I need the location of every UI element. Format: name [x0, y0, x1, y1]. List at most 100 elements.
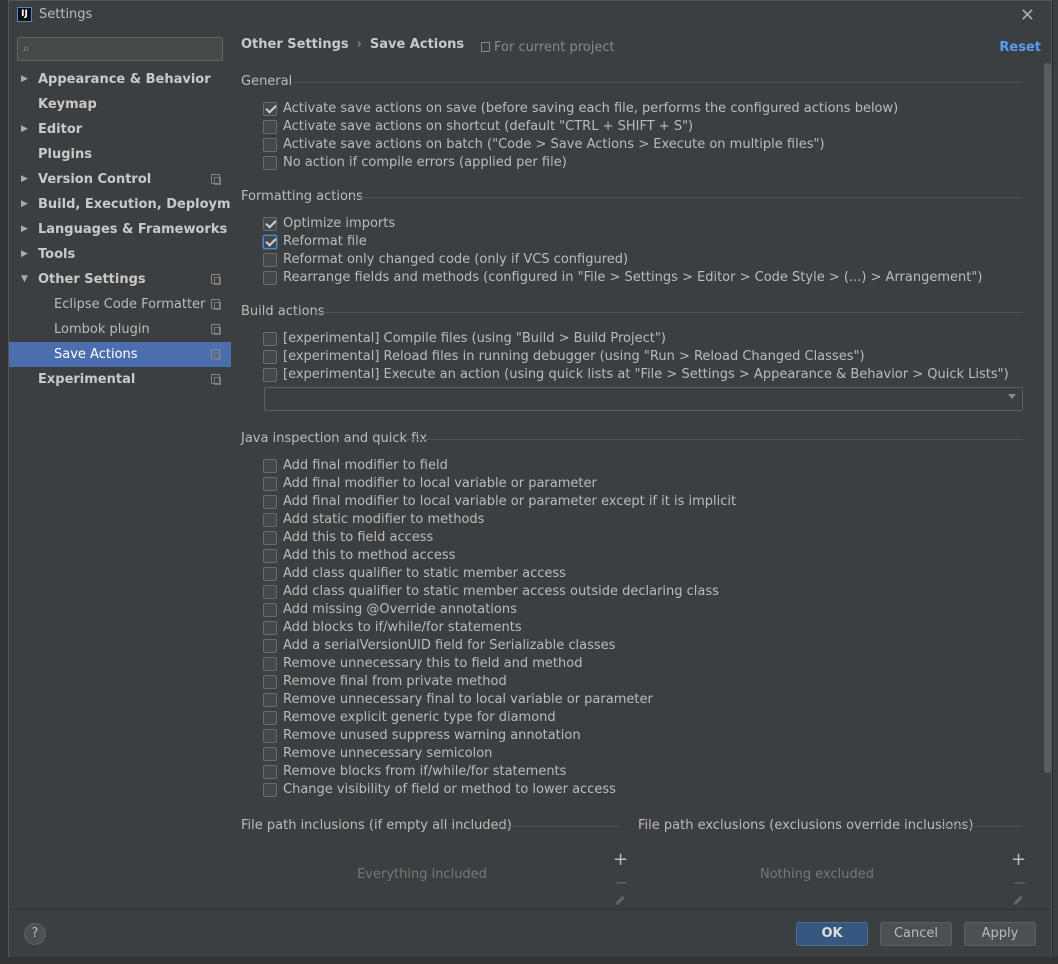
sidebar-item-appearance-behavior[interactable]: ▶ Appearance & Behavior	[9, 67, 231, 92]
checkbox-box[interactable]	[263, 271, 277, 285]
scope-text: For current project	[494, 40, 615, 55]
checkbox-box[interactable]	[263, 332, 277, 346]
checkbox-label: Remove unused suppress warning annotatio…	[283, 728, 581, 743]
checkbox-label: [experimental] Compile files (using "Bui…	[283, 331, 666, 346]
sidebar-item-lombok-plugin[interactable]: Lombok plugin	[9, 317, 231, 342]
sidebar-item-editor[interactable]: ▶ Editor	[9, 117, 231, 142]
checkbox-box[interactable]	[263, 549, 277, 563]
checkbox-box[interactable]	[263, 621, 277, 635]
checkbox-box[interactable]	[263, 477, 277, 491]
checkbox-box[interactable]	[263, 765, 277, 779]
checkbox-box[interactable]	[263, 585, 277, 599]
chevron-right-icon[interactable]: ▶	[21, 217, 28, 242]
checkbox-box[interactable]	[263, 639, 277, 653]
sidebar-item-plugins[interactable]: Plugins	[9, 142, 231, 167]
close-icon[interactable]: ✕	[1020, 5, 1035, 26]
checkbox-label: Add missing @Override annotations	[283, 602, 517, 617]
project-scope-icon	[211, 324, 221, 335]
edit-inclusion-icon[interactable]	[615, 895, 625, 906]
checkbox-box[interactable]	[263, 567, 277, 581]
remove-exclusion-icon[interactable]: −	[1013, 873, 1026, 892]
sidebar-item-save-actions[interactable]: Save Actions	[9, 342, 231, 367]
checkbox-label: Reformat file	[283, 234, 367, 249]
chevron-right-icon[interactable]: ▶	[21, 67, 28, 92]
exclusions-toolbar: + −	[1007, 839, 1029, 909]
quick-list-combo[interactable]	[264, 387, 1023, 411]
checkbox-box[interactable]	[263, 675, 277, 689]
sidebar-item-languages-frameworks[interactable]: ▶ Languages & Frameworks	[9, 217, 231, 242]
intellij-logo-icon: IJ	[17, 7, 32, 22]
chevron-right-icon[interactable]: ▶	[21, 117, 28, 142]
sidebar-item-label: Build, Execution, Deployment	[38, 197, 255, 212]
build-section-divider	[316, 312, 1023, 313]
checkbox-label: Activate save actions on batch ("Code > …	[283, 137, 825, 152]
checkbox-box[interactable]	[263, 693, 277, 707]
scope-label: For current project	[481, 40, 615, 55]
chevron-down-icon[interactable]: ▼	[21, 267, 28, 292]
checkbox-box[interactable]	[263, 102, 277, 116]
checkbox-box[interactable]	[263, 657, 277, 671]
formatting-section-title: Formatting actions	[241, 189, 363, 204]
sidebar-item-label: Other Settings	[38, 272, 146, 287]
search-input[interactable]: ⌕	[17, 37, 223, 61]
checkbox-label: Add a serialVersionUID field for Seriali…	[283, 638, 616, 653]
sidebar-item-keymap[interactable]: Keymap	[9, 92, 231, 117]
add-exclusion-icon[interactable]: +	[1011, 849, 1026, 870]
sidebar-item-experimental[interactable]: Experimental	[9, 367, 231, 392]
checkbox-box[interactable]	[263, 138, 277, 152]
exclusions-list[interactable]: Nothing excluded	[633, 841, 1001, 909]
vertical-scrollbar[interactable]	[1044, 63, 1051, 773]
breadcrumb: Other Settings › Save Actions	[241, 37, 464, 52]
checkbox-box[interactable]	[263, 235, 277, 249]
checkbox-box[interactable]	[263, 747, 277, 761]
title-bar: IJ Settings ✕	[9, 1, 1051, 29]
cancel-button[interactable]: Cancel	[880, 922, 952, 946]
checkbox-box[interactable]	[263, 531, 277, 545]
checkbox-box[interactable]	[263, 603, 277, 617]
sidebar-item-label: Save Actions	[54, 347, 138, 362]
checkbox-label: Add this to field access	[283, 530, 434, 545]
edit-exclusion-icon[interactable]	[1013, 895, 1023, 906]
settings-dialog: IJ Settings ✕ ⌕ ▶ Appearance & Behavior Ke…	[8, 0, 1052, 957]
checkbox-box[interactable]	[263, 513, 277, 527]
checkbox-label: Optimize imports	[283, 216, 396, 231]
window-title: Settings	[39, 7, 93, 22]
checkbox-box[interactable]	[263, 217, 277, 231]
checkbox-label: Add static modifier to methods	[283, 512, 485, 527]
sidebar-item-version-control[interactable]: ▶ Version Control	[9, 167, 231, 192]
sidebar-item-build-execution-deployment[interactable]: ▶ Build, Execution, Deployment	[9, 192, 255, 217]
java-section-divider	[406, 439, 1023, 440]
sidebar-item-other-settings[interactable]: ▼ Other Settings	[9, 267, 231, 292]
checkbox-label: Activate save actions on shortcut (defau…	[283, 119, 694, 134]
inclusions-list[interactable]: Everything included	[241, 841, 603, 909]
checkbox-box[interactable]	[263, 156, 277, 170]
add-inclusion-icon[interactable]: +	[613, 849, 628, 870]
remove-inclusion-icon[interactable]: −	[615, 873, 628, 892]
ok-button[interactable]: OK	[796, 922, 868, 946]
checkbox-box[interactable]	[263, 350, 277, 364]
checkbox-box[interactable]	[263, 120, 277, 134]
general-section-divider	[294, 82, 1023, 83]
checkbox-box[interactable]	[263, 368, 277, 382]
sidebar-item-eclipse-code-formatter[interactable]: Eclipse Code Formatter	[9, 292, 231, 317]
reset-link[interactable]: Reset	[999, 40, 1041, 55]
checkbox-box[interactable]	[263, 495, 277, 509]
chevron-right-icon[interactable]: ▶	[21, 167, 28, 192]
breadcrumb-parent[interactable]: Other Settings	[241, 37, 349, 52]
checkbox-label: Add final modifier to local variable or …	[283, 476, 597, 491]
checkbox-box[interactable]	[263, 253, 277, 267]
checkbox-box[interactable]	[263, 711, 277, 725]
help-icon[interactable]: ?	[24, 923, 46, 945]
checkbox-box[interactable]	[263, 783, 277, 797]
checkbox-box[interactable]	[263, 729, 277, 743]
sidebar-item-label: Experimental	[38, 372, 136, 387]
checkbox-box[interactable]	[263, 459, 277, 473]
chevron-right-icon[interactable]: ▶	[21, 192, 28, 217]
sidebar-item-tools[interactable]: ▶ Tools	[9, 242, 231, 267]
apply-button[interactable]: Apply	[964, 922, 1036, 946]
checkbox-label: Remove blocks from if/while/for statemen…	[283, 764, 567, 779]
checkbox-label: Remove explicit generic type for diamond	[283, 710, 556, 725]
sidebar-item-label: Version Control	[38, 172, 152, 187]
chevron-right-icon[interactable]: ▶	[21, 242, 28, 267]
checkbox-label: Activate save actions on save (before sa…	[283, 101, 899, 116]
